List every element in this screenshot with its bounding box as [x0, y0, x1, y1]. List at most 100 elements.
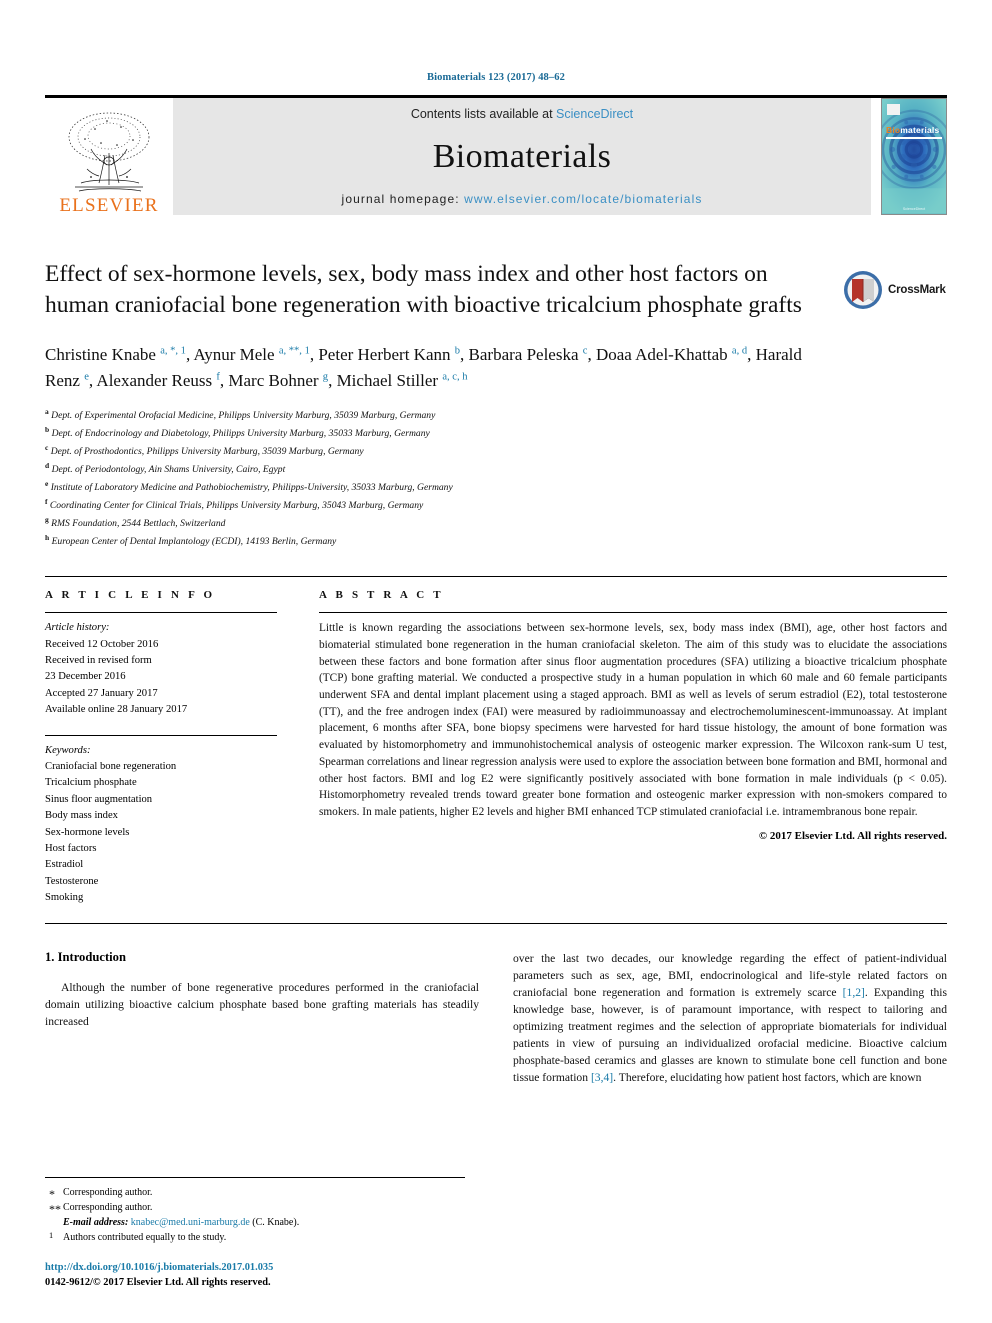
title-block: Effect of sex-hormone levels, sex, body … — [45, 259, 947, 320]
journal-cover-thumbnail: Biomaterials ScienceDirect — [881, 98, 947, 215]
footnote-text: Corresponding author. — [63, 1202, 153, 1213]
affiliation-mark: f — [45, 496, 48, 506]
contents-prefix: Contents lists available at — [410, 107, 557, 121]
email-link[interactable]: knabec@med.uni-marburg.de — [131, 1217, 250, 1228]
affiliation-item: c Dept. of Prosthodontics, Philipps Univ… — [45, 442, 947, 460]
affiliation-list: a Dept. of Experimental Orofacial Medici… — [45, 406, 947, 550]
affiliation-item: b Dept. of Endocrinology and Diabetology… — [45, 424, 947, 442]
divider — [45, 734, 277, 736]
article-history-item: Received 12 October 2016 — [45, 638, 159, 650]
crossmark-icon — [844, 271, 882, 309]
footnote-block: * Corresponding author. ** Corresponding a… — [45, 1177, 465, 1245]
cover-logo-square — [887, 104, 900, 115]
keywords-label: Keywords: — [45, 744, 91, 756]
contents-available-line: Contents lists available at ScienceDirec… — [411, 107, 633, 121]
keyword-item: Body mass index — [45, 810, 118, 822]
elsevier-logo: ELSEVIER — [45, 98, 173, 215]
intro-paragraph-left: Although the number of bone regenerative… — [45, 980, 479, 1028]
divider — [45, 612, 277, 614]
footnote-text: Authors contributed equally to the study… — [63, 1232, 227, 1243]
article-info-heading: A R T I C L E I N F O — [45, 589, 216, 602]
footnote-corresponding-author-1: * Corresponding author. — [45, 1185, 465, 1201]
crossmark-badge[interactable]: CrossMark — [843, 261, 947, 319]
cover-journal-title: Biomaterials — [886, 125, 939, 135]
journal-homepage-line: journal homepage: www.elsevier.com/locat… — [342, 192, 703, 206]
article-history-label: Article history: — [45, 622, 110, 634]
body-columns: 1. Introduction Although the number of b… — [45, 950, 947, 1086]
affiliation-text: Institute of Laboratory Medicine and Pat… — [50, 482, 453, 494]
footnote-text: Corresponding author. — [63, 1187, 153, 1198]
intro-paragraph-right: over the last two decades, our knowledge… — [513, 950, 947, 1086]
affiliation-mark: c — [45, 442, 49, 452]
affiliation-item: h European Center of Dental Implantology… — [45, 532, 947, 550]
abstract-copyright: © 2017 Elsevier Ltd. All rights reserved… — [758, 829, 947, 842]
journal-homepage-link[interactable]: www.elsevier.com/locate/biomaterials — [464, 192, 702, 206]
affiliation-text: Dept. of Prosthodontics, Philipps Univer… — [50, 446, 364, 458]
page-title: Effect of sex-hormone levels, sex, body … — [45, 261, 802, 318]
affiliation-mark: e — [45, 478, 49, 488]
sciencedirect-link[interactable]: ScienceDirect — [556, 107, 633, 121]
running-head: Biomaterials 123 (2017) 48–62 — [427, 72, 565, 83]
affiliation-item: g RMS Foundation, 2544 Bettlach, Switzer… — [45, 514, 947, 532]
email-label: E-mail address: — [63, 1217, 129, 1228]
issn-copyright: 0142-9612/© 2017 Elsevier Ltd. All right… — [45, 1277, 271, 1289]
abstract-text: Little is known regarding the associatio… — [319, 622, 947, 819]
abstract-column: A B S T R A C T Little is known regardin… — [319, 589, 947, 907]
email-suffix: (C. Knabe). — [252, 1217, 300, 1228]
affiliation-text: Dept. of Endocrinology and Diabetology, … — [51, 427, 430, 439]
affiliation-text: European Center of Dental Implantology (… — [51, 536, 337, 548]
elsevier-wordmark: ELSEVIER — [59, 195, 159, 216]
crossmark-label: CrossMark — [888, 284, 946, 296]
affiliation-mark: g — [45, 515, 49, 525]
citation-ref[interactable]: [3,4] — [591, 1071, 613, 1084]
abstract-heading: A B S T R A C T — [319, 589, 444, 602]
keyword-item: Testosterone — [45, 875, 99, 887]
affiliation-mark: h — [45, 533, 50, 543]
doi-block: http://dx.doi.org/10.1016/j.biomaterials… — [45, 1260, 485, 1291]
doi-link[interactable]: http://dx.doi.org/10.1016/j.biomaterials… — [45, 1260, 485, 1276]
section-heading-introduction: 1. Introduction — [45, 949, 126, 964]
article-history-item: 23 December 2016 — [45, 671, 126, 683]
cover-pattern — [882, 99, 946, 214]
article-info-column: A R T I C L E I N F O Article history: R… — [45, 589, 277, 907]
keyword-item: Host factors — [45, 843, 97, 854]
footnote-email: E-mail address: knabec@med.uni-marburg.d… — [45, 1215, 465, 1230]
keyword-item: Craniofacial bone regeneration — [45, 760, 177, 772]
affiliation-mark: d — [45, 460, 50, 470]
affiliation-item: e Institute of Laboratory Medicine and P… — [45, 478, 947, 496]
info-abstract-columns: A R T I C L E I N F O Article history: R… — [45, 577, 947, 907]
footnote-corresponding-author-2: ** Corresponding author. — [45, 1200, 465, 1216]
keyword-item: Sex-hormone levels — [45, 826, 130, 838]
footnote-mark-1: 1 — [49, 1231, 54, 1240]
affiliation-item: a Dept. of Experimental Orofacial Medici… — [45, 406, 947, 424]
keyword-item: Smoking — [45, 892, 84, 904]
body-left-column: 1. Introduction Although the number of b… — [45, 950, 479, 1086]
affiliation-text: Dept. of Periodontology, Ain Shams Unive… — [51, 464, 286, 476]
journal-masthead: ELSEVIER Contents lists available at Sci… — [45, 95, 947, 215]
body-right-column: over the last two decades, our knowledge… — [513, 950, 947, 1086]
cover-title-rest: materials — [900, 125, 940, 135]
author-list: Christine Knabe a, *, 1, Aynur Mele a, *… — [45, 345, 802, 390]
affiliation-text: RMS Foundation, 2544 Bettlach, Switzerla… — [51, 518, 226, 530]
keyword-item: Sinus floor augmentation — [45, 793, 153, 805]
double-asterisk-icon: ** — [49, 1202, 61, 1216]
affiliation-mark: a — [45, 406, 49, 416]
keyword-item: Estradiol — [45, 859, 84, 871]
cover-title-bio: Bio — [886, 125, 901, 135]
homepage-prefix: journal homepage: — [341, 192, 465, 206]
affiliation-text: Coordinating Center for Clinical Trials,… — [49, 500, 424, 512]
intro-right-part2: . Expanding this knowledge base, however… — [513, 985, 947, 1084]
footnote-equal-contribution: 1 Authors contributed equally to the stud… — [45, 1230, 465, 1245]
citation-ref[interactable]: [1,2] — [843, 986, 865, 999]
elsevier-tree-icon — [68, 112, 150, 192]
article-history-item: Received in revised form — [45, 654, 152, 666]
intro-right-part3: . Therefore, elucidating how patient hos… — [613, 1070, 922, 1084]
paper-page: Biomaterials 123 (2017) 48–62 ELSEVIER C… — [0, 0, 992, 1323]
cover-footer-text: ScienceDirect — [902, 207, 926, 211]
article-history-item: Available online 28 January 2017 — [45, 704, 188, 716]
affiliation-text: Dept. of Experimental Orofacial Medicine… — [51, 409, 436, 421]
keyword-item: Tricalcium phosphate — [45, 777, 137, 789]
masthead-center: Contents lists available at ScienceDirec… — [173, 98, 871, 215]
article-history-item: Accepted 27 January 2017 — [45, 687, 158, 699]
